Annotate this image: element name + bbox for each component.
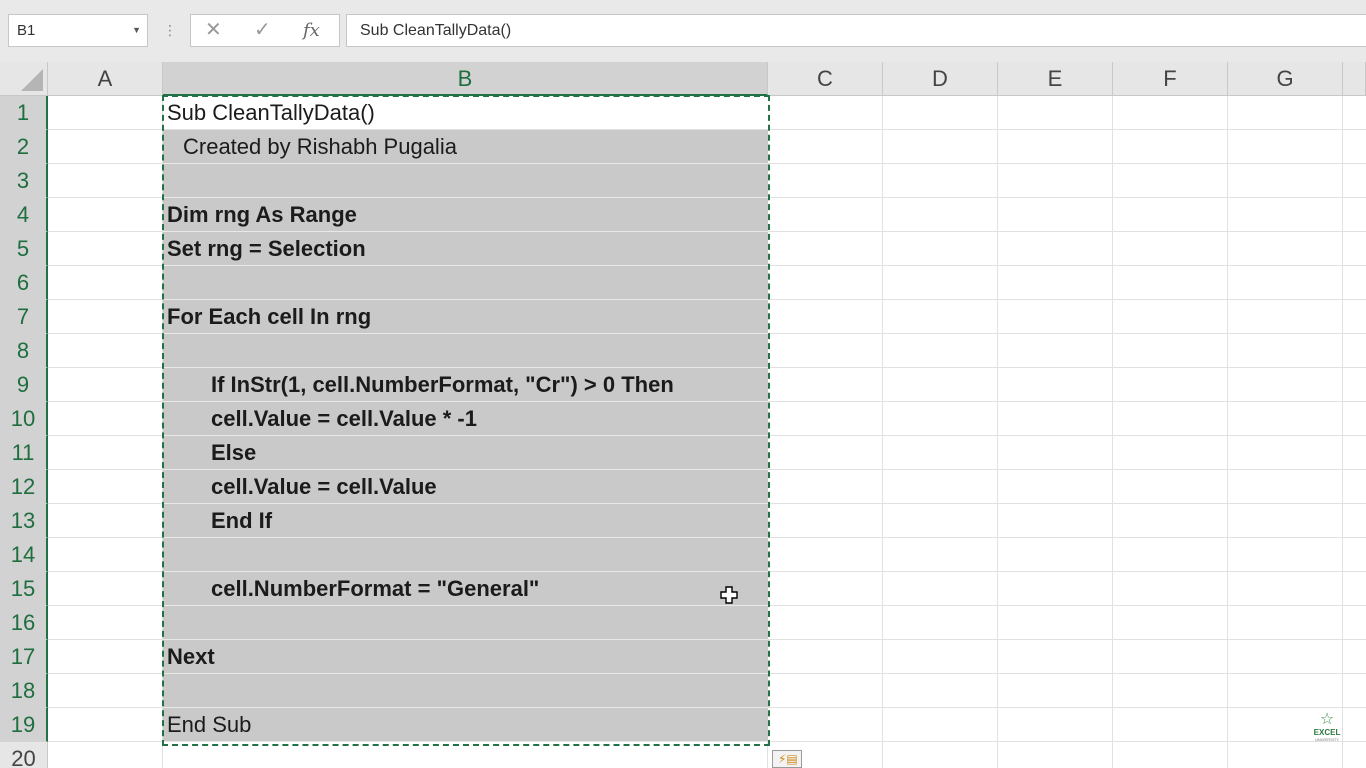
column-header-b[interactable]: B — [163, 62, 768, 96]
cell-b5[interactable]: Set rng = Selection — [163, 232, 768, 266]
logo-tagline: UNIVERSITY — [1314, 737, 1339, 742]
cell-b1[interactable]: Sub CleanTallyData() — [163, 96, 768, 130]
row-header[interactable]: 16 — [0, 606, 48, 640]
row-header[interactable]: 10 — [0, 402, 48, 436]
cell-b16[interactable] — [163, 606, 768, 640]
row-header[interactable]: 12 — [0, 470, 48, 504]
formula-bar-area: B1 ▼ ⋮ ✕ ✓ fx Sub CleanTallyData() — [0, 0, 1366, 62]
row-header[interactable]: 2 — [0, 130, 48, 164]
column-header-e[interactable]: E — [998, 62, 1113, 96]
row-header[interactable]: 8 — [0, 334, 48, 368]
row-header[interactable]: 4 — [0, 198, 48, 232]
select-all-button[interactable] — [0, 62, 48, 96]
row-header[interactable]: 9 — [0, 368, 48, 402]
row-header[interactable]: 6 — [0, 266, 48, 300]
star-icon: ☆ — [1319, 711, 1335, 728]
formula-buttons: ✕ ✓ fx — [190, 14, 340, 47]
gridline — [997, 96, 998, 768]
gridline — [1342, 96, 1343, 768]
row-header[interactable]: 20 — [0, 742, 48, 768]
row-header[interactable]: 11 — [0, 436, 48, 470]
cell-b10[interactable]: cell.Value = cell.Value * -1 — [163, 402, 768, 436]
row-header[interactable]: 18 — [0, 674, 48, 708]
column-header-c[interactable]: C — [768, 62, 883, 96]
cell-b7[interactable]: For Each cell In rng — [163, 300, 768, 334]
cell-cursor-icon — [720, 586, 738, 604]
cell-b4[interactable]: Dim rng As Range — [163, 198, 768, 232]
column-header-d[interactable]: D — [883, 62, 998, 96]
cell-b13[interactable]: End If — [163, 504, 768, 538]
row-header[interactable]: 7 — [0, 300, 48, 334]
gridline — [882, 96, 883, 768]
name-box[interactable]: B1 ▼ — [8, 14, 148, 47]
cell-b18[interactable] — [163, 674, 768, 708]
cell-b17[interactable]: Next — [163, 640, 768, 674]
cell-b12[interactable]: cell.Value = cell.Value — [163, 470, 768, 504]
row-header[interactable]: 14 — [0, 538, 48, 572]
row-header[interactable]: 15 — [0, 572, 48, 606]
cell-b14[interactable] — [163, 538, 768, 572]
row-header[interactable]: 1 — [0, 96, 48, 130]
cell-b8[interactable] — [163, 334, 768, 368]
insert-function-icon[interactable]: fx — [303, 15, 320, 46]
cell-b9[interactable]: If InStr(1, cell.NumberFormat, "Cr") > 0… — [163, 368, 768, 402]
cell-b3[interactable] — [163, 164, 768, 198]
close-icon[interactable]: ✕ — [205, 15, 222, 46]
more-options-icon[interactable]: ⋮ — [163, 20, 177, 40]
row-header[interactable]: 5 — [0, 232, 48, 266]
formula-input[interactable]: Sub CleanTallyData() — [346, 14, 1366, 47]
paste-options-icon[interactable]: ⚡▤ — [772, 750, 802, 768]
row-header[interactable]: 19 — [0, 708, 48, 742]
gridline — [1112, 96, 1113, 768]
column-header-f[interactable]: F — [1113, 62, 1228, 96]
gridline — [1227, 96, 1228, 768]
cell-b2[interactable]: Created by Rishabh Pugalia — [163, 130, 768, 164]
checkmark-icon[interactable]: ✓ — [254, 15, 271, 46]
row-header[interactable]: 17 — [0, 640, 48, 674]
cell-b6[interactable] — [163, 266, 768, 300]
column-header-g[interactable]: G — [1228, 62, 1343, 96]
cell-b11[interactable]: Else — [163, 436, 768, 470]
row-header[interactable]: 3 — [0, 164, 48, 198]
row-header[interactable]: 13 — [0, 504, 48, 538]
cell-b15[interactable]: cell.NumberFormat = "General" — [163, 572, 768, 606]
chevron-down-icon[interactable]: ▼ — [132, 15, 141, 46]
logo-brand: EXCEL — [1313, 728, 1341, 737]
column-header-h[interactable] — [1343, 62, 1366, 96]
excel-university-logo: ☆ EXCEL UNIVERSITY — [1310, 712, 1344, 746]
column-header-a[interactable]: A — [48, 62, 163, 96]
cell-b19[interactable]: End Sub — [163, 708, 768, 742]
name-box-value: B1 — [17, 22, 36, 39]
